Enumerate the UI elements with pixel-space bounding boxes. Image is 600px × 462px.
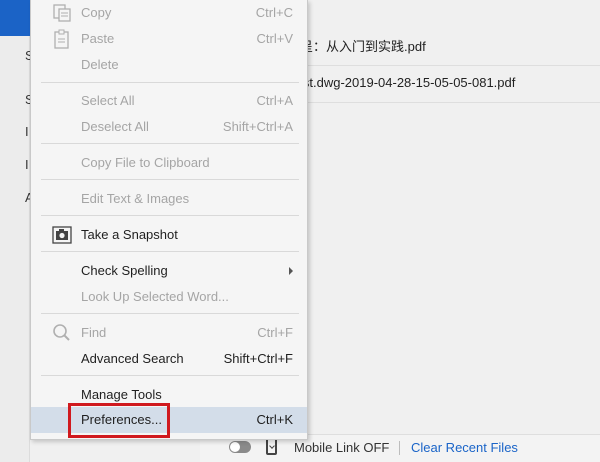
active-nav-accent[interactable] xyxy=(0,0,30,36)
menu-item-label: Advanced Search xyxy=(81,351,184,366)
menu-separator xyxy=(41,375,299,376)
menu-item-look-up-word[interactable]: Look Up Selected Word... xyxy=(31,284,307,310)
menu-separator xyxy=(41,313,299,314)
menu-item-preferences[interactable]: Preferences... Ctrl+K xyxy=(31,407,307,433)
menu-item-copy[interactable]: Copy Ctrl+C xyxy=(31,0,307,26)
menu-item-label: Preferences... xyxy=(81,412,162,427)
camera-icon xyxy=(52,226,72,244)
menu-separator xyxy=(41,179,299,180)
menu-item-edit-text-images[interactable]: Edit Text & Images xyxy=(31,186,307,212)
menu-item-take-snapshot[interactable]: Take a Snapshot xyxy=(31,222,307,248)
menu-item-shortcut: Ctrl+F xyxy=(257,325,293,340)
menu-separator xyxy=(41,215,299,216)
menu-item-label: Select All xyxy=(81,93,135,108)
menu-item-paste[interactable]: Paste Ctrl+V xyxy=(31,26,307,52)
menu-item-copy-file-to-clipboard[interactable]: Copy File to Clipboard xyxy=(31,150,307,176)
menu-item-shortcut: Ctrl+A xyxy=(256,93,293,108)
menu-item-label: Copy xyxy=(81,5,112,20)
menu-item-label: Edit Text & Images xyxy=(81,191,190,206)
phone-icon xyxy=(266,438,277,455)
menu-separator xyxy=(41,143,299,144)
menu-separator xyxy=(41,82,299,83)
menu-item-check-spelling[interactable]: Check Spelling xyxy=(31,258,307,284)
menu-item-label: Take a Snapshot xyxy=(81,227,178,242)
paste-icon xyxy=(54,29,69,49)
menu-item-label: Check Spelling xyxy=(81,263,168,278)
menu-item-label: Deselect All xyxy=(81,119,149,134)
menu-item-label: Delete xyxy=(81,57,119,72)
menu-item-label: Find xyxy=(81,325,107,340)
menu-item-select-all[interactable]: Select All Ctrl+A xyxy=(31,88,307,114)
divider xyxy=(300,102,600,103)
submenu-arrow-icon xyxy=(289,267,293,275)
menu-item-label: Paste xyxy=(81,31,115,46)
menu-item-advanced-search[interactable]: Advanced Search Shift+Ctrl+F xyxy=(31,346,307,372)
search-icon xyxy=(53,324,70,341)
menu-item-deselect-all[interactable]: Deselect All Shift+Ctrl+A xyxy=(31,114,307,140)
menu-separator xyxy=(41,251,299,252)
menu-item-label: Look Up Selected Word... xyxy=(81,289,229,304)
recent-file-row[interactable]: 呈：从入门到实践.pdf xyxy=(300,30,600,64)
recent-file-row[interactable]: ist.dwg-2019-04-28-15-05-05-081.pdf xyxy=(300,66,600,100)
menu-item-delete[interactable]: Delete xyxy=(31,52,307,78)
left-panel xyxy=(0,0,30,462)
menu-item-label: Copy File to Clipboard xyxy=(81,155,210,170)
divider xyxy=(399,441,400,455)
menu-item-find[interactable]: Find Ctrl+F xyxy=(31,320,307,346)
clear-recent-files-link[interactable]: Clear Recent Files xyxy=(411,440,518,455)
menu-item-shortcut: Shift+Ctrl+F xyxy=(223,351,293,366)
menu-item-shortcut: Ctrl+V xyxy=(256,31,293,46)
mobile-link-toggle[interactable] xyxy=(229,441,251,453)
menu-item-shortcut: Ctrl+K xyxy=(256,412,293,427)
copy-icon xyxy=(53,4,71,22)
toggle-knob xyxy=(230,442,240,452)
menu-item-label: Manage Tools xyxy=(81,387,162,402)
edit-context-menu: Copy Ctrl+C Paste Ctrl+V Delete Select A… xyxy=(30,0,308,440)
menu-item-manage-tools[interactable]: Manage Tools xyxy=(31,382,307,408)
mobile-link-label: Mobile Link OFF xyxy=(294,440,390,455)
menu-item-shortcut: Ctrl+C xyxy=(255,5,293,20)
menu-item-shortcut: Shift+Ctrl+A xyxy=(222,119,293,134)
